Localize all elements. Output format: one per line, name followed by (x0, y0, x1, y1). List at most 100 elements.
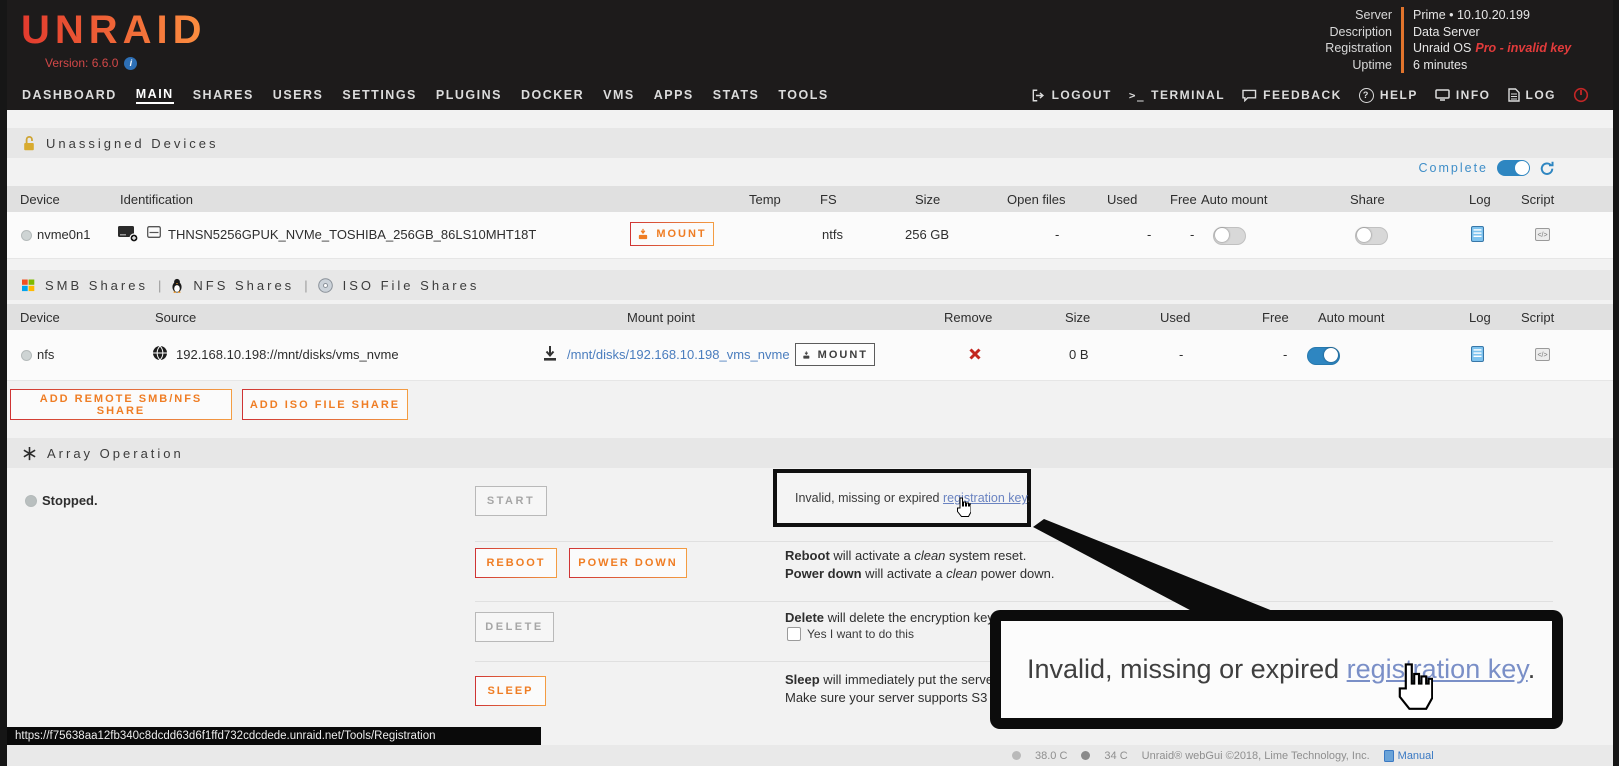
col-device: Device (20, 192, 60, 207)
script-icon[interactable]: </> (1535, 228, 1550, 241)
invalid-key-flag: Pro - invalid key (1475, 41, 1571, 55)
iso-disc-icon (318, 278, 333, 293)
tab-plugins[interactable]: PLUGINS (436, 88, 502, 102)
mount-icon (637, 228, 649, 240)
logout-icon (1032, 89, 1046, 102)
power-down-description: Power down will activate a clean power d… (785, 565, 1055, 583)
col-free: Free (1170, 192, 1197, 207)
description-value: Data Server (1401, 24, 1603, 41)
link-preview-statusbar: https://f75638aa12fb340c8dcdd63d6f1ffd73… (7, 727, 541, 745)
tab-vms[interactable]: VMS (603, 88, 635, 102)
help-icon: ? (1359, 88, 1374, 103)
sleep-button[interactable]: SLEEP (475, 676, 546, 706)
share-device-name[interactable]: nfs (37, 347, 54, 362)
reboot-button[interactable]: REBOOT (475, 548, 557, 578)
device-name[interactable]: nvme0n1 (37, 227, 90, 242)
tab-docker[interactable]: DOCKER (521, 88, 584, 102)
tab-stats[interactable]: STATS (713, 88, 760, 102)
svg-text:</>: </> (1537, 232, 1547, 239)
footer-temp-2: 34 C (1104, 750, 1127, 762)
col-remove: Remove (944, 310, 992, 325)
info-icon[interactable]: i (124, 57, 137, 70)
sleep-description-2: Make sure your server supports S3 slee (785, 689, 1015, 707)
hand-cursor (955, 497, 971, 517)
mount-point-link[interactable]: /mnt/disks/192.168.10.198_vms_nvme (567, 347, 790, 362)
unraid-logo: UNRAID (21, 8, 207, 53)
mount-icon (802, 349, 811, 361)
section-title-unassigned: Unassigned Devices (46, 136, 219, 151)
registration-key-link-large[interactable]: registration key (1347, 654, 1528, 684)
log-icon[interactable] (1471, 226, 1484, 242)
log-icon[interactable] (1471, 346, 1484, 362)
complete-label[interactable]: Complete (1419, 161, 1489, 175)
device-size: 256 GB (905, 227, 949, 242)
feedback-button[interactable]: FEEDBACK (1242, 88, 1342, 102)
col-script: Script (1521, 310, 1554, 325)
share-toggle[interactable] (1355, 227, 1388, 245)
tab-nfs-shares[interactable]: NFS Shares (193, 278, 294, 293)
version-label: Version: 6.6.0 (45, 56, 118, 70)
complete-toggle-row: Complete (1419, 160, 1556, 176)
reboot-description: Reboot will activate a clean system rese… (785, 547, 1026, 565)
tab-divider: | (304, 278, 307, 293)
tab-apps[interactable]: APPS (654, 88, 694, 102)
auto-mount-toggle[interactable] (1307, 347, 1340, 365)
nfs-share-row: nfs 192.168.10.198://mnt/disks/vms_nvme … (7, 330, 1613, 381)
delete-button[interactable]: DELETE (475, 612, 554, 642)
col-log: Log (1469, 192, 1491, 207)
tab-tools[interactable]: TOOLS (778, 88, 828, 102)
mount-share-button[interactable]: MOUNT (795, 343, 875, 366)
col-source: Source (155, 310, 196, 325)
share-used: - (1179, 347, 1183, 362)
terminal-icon: >_ (1129, 89, 1145, 102)
manual-icon (1384, 750, 1394, 762)
start-button[interactable]: START (475, 486, 547, 516)
tab-iso-file-shares[interactable]: ISO File Shares (343, 278, 480, 293)
info-button[interactable]: INFO (1435, 88, 1491, 102)
section-title-array-operation: Array Operation (47, 446, 184, 461)
tab-divider: | (158, 278, 161, 293)
divider (475, 541, 1553, 542)
manual-link[interactable]: Manual (1384, 750, 1434, 762)
delete-confirm-row: Yes I want to do this (787, 627, 914, 641)
add-iso-share-button[interactable]: ADD ISO FILE SHARE (242, 389, 408, 420)
registration-label: Registration (1264, 40, 1401, 57)
hand-cursor-large (1393, 662, 1433, 710)
tab-dashboard[interactable]: DASHBOARD (22, 88, 117, 102)
delete-confirm-label: Yes I want to do this (807, 627, 914, 641)
array-status-dot (25, 495, 37, 507)
tab-settings[interactable]: SETTINGS (342, 88, 417, 102)
tab-smb-shares[interactable]: SMB Shares (45, 278, 148, 293)
log-button[interactable]: LOG (1508, 88, 1557, 102)
delete-confirm-checkbox[interactable] (787, 627, 801, 641)
mount-device-button[interactable]: MOUNT (630, 222, 714, 246)
log-page-icon (1508, 88, 1520, 102)
tab-shares[interactable]: SHARES (193, 88, 254, 102)
col-identification: Identification (120, 192, 193, 207)
hard-drive-add-icon[interactable] (117, 223, 140, 243)
windows-icon (22, 279, 35, 292)
add-remote-share-button[interactable]: ADD REMOTE SMB/NFS SHARE (10, 389, 232, 420)
refresh-icon[interactable] (1539, 161, 1555, 176)
asterisk-icon (22, 446, 37, 461)
col-temp: Temp (749, 192, 781, 207)
help-button[interactable]: ? HELP (1359, 88, 1418, 103)
temp-dot (1081, 751, 1090, 760)
download-icon[interactable] (543, 345, 557, 362)
lock-icon[interactable] (22, 135, 36, 152)
col-script: Script (1521, 192, 1554, 207)
remove-x-icon[interactable] (969, 348, 981, 360)
power-down-button[interactable]: POWER DOWN (569, 548, 687, 578)
tab-main[interactable]: MAIN (136, 87, 174, 104)
auto-mount-toggle[interactable] (1213, 227, 1246, 245)
terminal-button[interactable]: >_ TERMINAL (1129, 88, 1225, 102)
version-line: Version: 6.6.0 i (45, 56, 137, 70)
complete-toggle[interactable] (1497, 160, 1530, 176)
tab-users[interactable]: USERS (273, 88, 324, 102)
temp-dot (1012, 751, 1021, 760)
logout-button[interactable]: LOGOUT (1032, 88, 1112, 102)
server-info-row: Server Prime • 10.10.20.199 (1264, 7, 1603, 24)
power-icon[interactable] (1573, 87, 1589, 103)
device-identification[interactable]: THNSN5256GPUK_NVMe_TOSHIBA_256GB_86LS10M… (168, 227, 536, 242)
script-icon[interactable]: </> (1535, 348, 1550, 361)
